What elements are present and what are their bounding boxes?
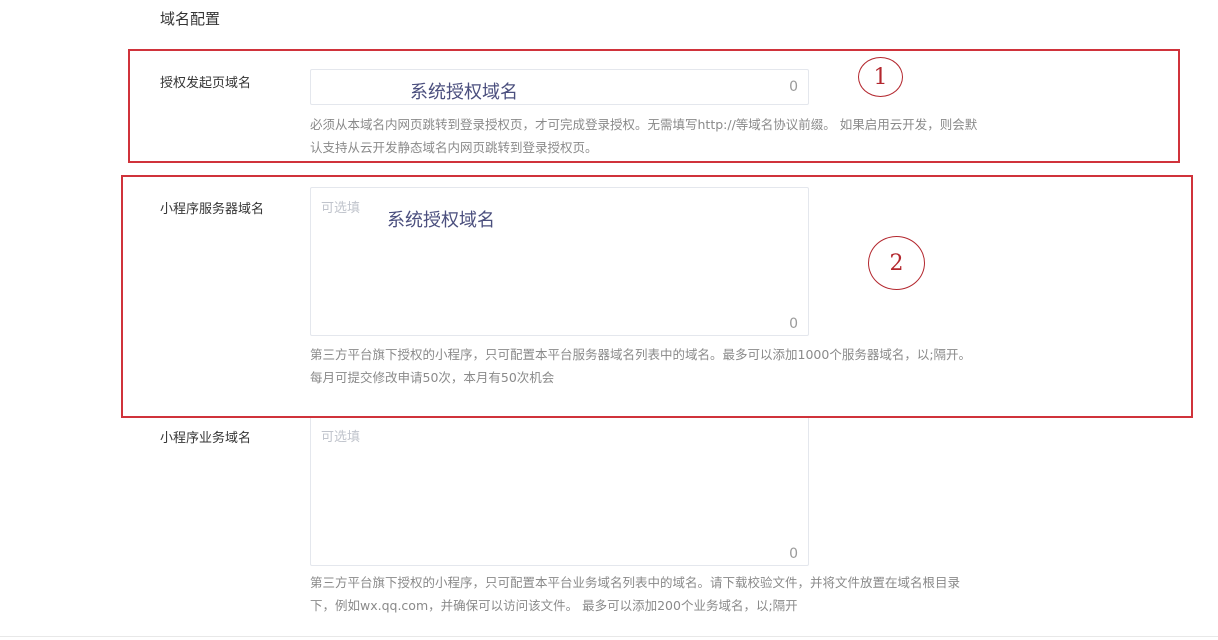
business-domain-label: 小程序业务域名 <box>160 431 252 446</box>
section-title: 域名配置 <box>160 10 221 28</box>
help-line: 下，例如wx.qq.com，并确保可以访问该文件。 最多可以添加200个业务域名… <box>310 598 798 613</box>
annotation-box-1 <box>128 49 1180 163</box>
business-domain-help: 第三方平台旗下授权的小程序，只可配置本平台业务域名列表中的域名。请下载校验文件，… <box>310 571 1070 617</box>
help-line: 第三方平台旗下授权的小程序，只可配置本平台业务域名列表中的域名。请下载校验文件，… <box>310 575 961 590</box>
annotation-number-1: 1 <box>858 57 903 97</box>
annotation-number-2: 2 <box>868 236 925 290</box>
bottom-divider <box>0 636 1218 637</box>
business-domain-counter: 0 <box>789 546 798 562</box>
annotation-box-2 <box>121 175 1193 418</box>
business-domain-textarea[interactable]: 可选填 0 <box>310 416 809 566</box>
business-domain-placeholder: 可选填 <box>321 430 361 445</box>
